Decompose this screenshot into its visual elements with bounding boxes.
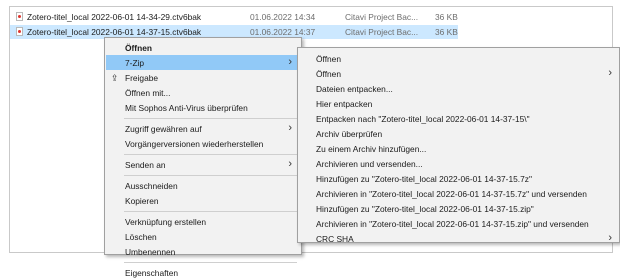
submenu-item-extract-here[interactable]: Hier entpacken	[299, 96, 618, 111]
file-size: 36 KB	[435, 12, 458, 22]
submenu-item-extract-to-folder[interactable]: Entpacken nach "Zotero-titel_local 2022-…	[299, 111, 618, 126]
file-name: Zotero-titel_local 2022-06-01 14-34-29.c…	[27, 12, 202, 22]
submenu-item-open[interactable]: Öffnen	[299, 51, 618, 66]
menu-item-send-to[interactable]: Senden an ›	[106, 157, 300, 172]
7zip-submenu: Öffnen Öffnen › Dateien entpacken... Hie…	[297, 47, 620, 246]
menu-separator	[124, 118, 297, 119]
menu-separator	[124, 211, 297, 212]
file-icon	[16, 12, 23, 21]
chevron-right-icon: ›	[288, 56, 292, 68]
file-type: Citavi Project Bac...	[345, 27, 419, 37]
file-icon	[16, 27, 23, 36]
file-name: Zotero-titel_local 2022-06-01 14-37-15.c…	[27, 27, 202, 37]
menu-separator	[124, 175, 297, 176]
menu-item-copy[interactable]: Kopieren	[106, 193, 300, 208]
chevron-right-icon: ›	[288, 122, 292, 134]
submenu-item-compress-zip-email[interactable]: Archivieren in "Zotero-titel_local 2022-…	[299, 216, 618, 231]
file-date: 01.06.2022 14:37	[250, 27, 316, 37]
submenu-item-extract-files[interactable]: Dateien entpacken...	[299, 81, 618, 96]
menu-item-cut[interactable]: Ausschneiden	[106, 178, 300, 193]
file-date: 01.06.2022 14:34	[250, 12, 316, 22]
menu-separator	[124, 154, 297, 155]
menu-item-create-shortcut[interactable]: Verknüpfung erstellen	[106, 214, 300, 229]
submenu-item-test-archive[interactable]: Archiv überprüfen	[299, 126, 618, 141]
file-row[interactable]: Zotero-titel_local 2022-06-01 14-34-29.c…	[10, 10, 612, 24]
menu-item-open-with[interactable]: Öffnen mit...	[106, 85, 300, 100]
menu-item-properties[interactable]: Eigenschaften	[106, 265, 300, 280]
submenu-item-add-to-archive[interactable]: Zu einem Archiv hinzufügen...	[299, 141, 618, 156]
menu-item-open[interactable]: Öffnen	[106, 40, 300, 55]
chevron-right-icon: ›	[288, 158, 292, 170]
submenu-item-open-as[interactable]: Öffnen ›	[299, 66, 618, 81]
submenu-item-add-to-zip[interactable]: Hinzufügen zu "Zotero-titel_local 2022-0…	[299, 201, 618, 216]
submenu-item-add-to-7z[interactable]: Hinzufügen zu "Zotero-titel_local 2022-0…	[299, 171, 618, 186]
menu-separator	[124, 262, 297, 263]
menu-item-sophos-scan[interactable]: Mit Sophos Anti-Virus überprüfen	[106, 100, 300, 115]
chevron-right-icon: ›	[608, 232, 612, 244]
menu-item-grant-access[interactable]: Zugriff gewähren auf ›	[106, 121, 300, 136]
submenu-item-compress-7z-email[interactable]: Archivieren in "Zotero-titel_local 2022-…	[299, 186, 618, 201]
file-type: Citavi Project Bac...	[345, 12, 419, 22]
submenu-item-compress-email[interactable]: Archivieren und versenden...	[299, 156, 618, 171]
share-icon: ⇪	[111, 73, 119, 83]
menu-item-share[interactable]: ⇪ Freigabe	[106, 70, 300, 85]
file-size: 36 KB	[435, 27, 458, 37]
submenu-item-crc-sha[interactable]: CRC SHA ›	[299, 231, 618, 246]
chevron-right-icon: ›	[608, 67, 612, 79]
menu-item-delete[interactable]: Löschen	[106, 229, 300, 244]
context-menu: Öffnen 7-Zip › ⇪ Freigabe Öffnen mit... …	[104, 37, 302, 278]
menu-item-7zip[interactable]: 7-Zip ›	[106, 55, 300, 70]
menu-item-restore-versions[interactable]: Vorgängerversionen wiederherstellen	[106, 136, 300, 151]
